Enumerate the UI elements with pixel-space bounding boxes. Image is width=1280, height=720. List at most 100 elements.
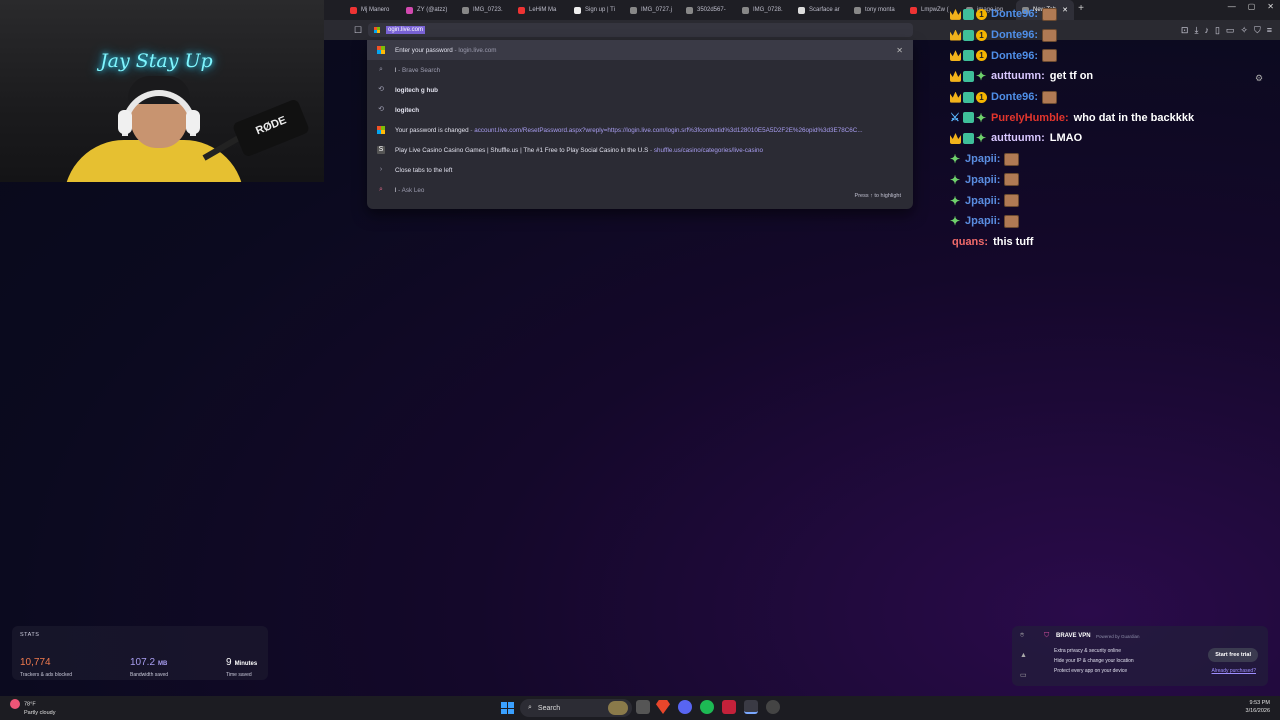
browser-tab[interactable]: LeHiM Ma (512, 0, 568, 20)
suggestion-text: Close tabs to the left (395, 167, 452, 174)
browser-tab[interactable]: Mj Manero (344, 0, 400, 20)
sword-badge-icon: ⚔ (950, 112, 960, 125)
people-widget-icon[interactable] (608, 701, 628, 715)
weather-icon (10, 699, 20, 709)
browser-tab[interactable]: IMG_0727.j (624, 0, 680, 20)
browser-tab[interactable]: tony monta (848, 0, 904, 20)
suggestion-text: Enter your password - login.live.com (395, 47, 497, 54)
obs-icon[interactable] (744, 700, 758, 714)
omnibox-suggestion[interactable]: ⌕ l - Brave Search (367, 60, 913, 80)
gift-badge-icon: 1 (976, 29, 987, 41)
chat-username: Donte96: (991, 49, 1039, 62)
history-icon: ⟲ (378, 86, 384, 93)
chat-message: quans: this tuff (950, 232, 1280, 253)
star-badge-icon: ✦ (976, 110, 987, 125)
omnibox-suggestion[interactable]: Enter your password - login.live.com (367, 40, 913, 60)
browser-tab[interactable]: 3502d567- (680, 0, 736, 20)
browser-tab[interactable]: IMG_0728. (736, 0, 792, 20)
already-purchased-link[interactable]: Already purchased? (1212, 668, 1256, 674)
weather-widget[interactable]: 78°F Partly cloudy (10, 699, 56, 717)
star-badge-icon: ✦ (976, 69, 987, 84)
vpn-title: BRAVE VPN (1056, 633, 1091, 639)
microsoft-icon (377, 126, 385, 134)
start-free-trial-button[interactable]: Start free trial (1208, 648, 1258, 662)
suggestion-detail: shuffle.us/casino/categories/live-casino (653, 146, 763, 154)
chat-username: auttuumn: (991, 70, 1045, 83)
chat-emote-icon (1042, 28, 1058, 42)
device-icon: ▭ (1020, 672, 1027, 679)
suggestion-title: Enter your password (395, 46, 453, 54)
chat-username: Donte96: (991, 29, 1039, 42)
vpn-feature-list: Extra privacy & security online Hide you… (1054, 646, 1134, 676)
close-icon[interactable]: ✕ (896, 46, 903, 55)
crown-badge-icon (950, 50, 961, 62)
history-icon: ⟲ (378, 106, 384, 113)
discord-icon[interactable] (678, 700, 692, 714)
chat-message: ✦ Jpapii: (950, 170, 1280, 191)
chat-username: Jpapii: (965, 173, 1001, 186)
chat-text: LMAO (1049, 132, 1083, 145)
stat-item: 10,774 Trackers & ads blocked (20, 652, 72, 678)
task-view-icon[interactable] (636, 700, 650, 714)
bookmark-icon[interactable]: ☐ (354, 25, 362, 36)
chat-username: Jpapii: (965, 215, 1001, 228)
omnibox-suggestion[interactable]: S Play Live Casino Casino Games | Shuffle… (367, 140, 913, 160)
star-badge-icon: ✦ (950, 152, 961, 167)
chat-emote-icon (1004, 173, 1020, 187)
sub-badge-icon (963, 50, 974, 62)
suggestion-title: Play Live Casino Casino Games | Shuffle.… (395, 146, 649, 154)
omnibox-suggestion[interactable]: Your password is changed - account.live.… (367, 120, 913, 140)
omnibox-suggestion[interactable]: ⌕ l - Ask Leo (367, 180, 913, 200)
sub-badge-icon (963, 8, 974, 20)
system-clock[interactable]: 9:53 PM 3/16/2026 (1246, 699, 1270, 715)
suggestion-text: logitech g hub (395, 87, 438, 94)
spotify-icon[interactable] (700, 700, 714, 714)
chrome-icon[interactable] (766, 700, 780, 714)
chat-emote-icon (1042, 90, 1058, 104)
weather-condition: Partly cloudy (24, 710, 56, 716)
suggestion-title: logitech g hub (395, 86, 439, 94)
browser-tab[interactable]: ZY (@atzz) (400, 0, 456, 20)
chat-overlay: 1 Donte96: 1 Donte96: 1 Donte96: ✦ auttuumn: get… (950, 4, 1280, 252)
chat-message: 1 Donte96: (950, 87, 1280, 108)
suggestion-detail: login.live.com (458, 46, 497, 54)
tab-favicon-icon (630, 6, 637, 14)
address-bar[interactable]: ogin.live.com (368, 23, 913, 37)
start-button[interactable] (501, 702, 514, 714)
suggestion-text: logitech (395, 107, 419, 114)
tab-favicon-icon (910, 6, 917, 14)
omnibox-suggestion[interactable]: ⟲ logitech (367, 100, 913, 120)
suggestion-detail: Ask Leo (401, 186, 425, 194)
suggestion-detail: Brave Search (402, 66, 441, 74)
stats-widget: STATS 10,774 Trackers & ads blocked 107.2 M… (12, 626, 268, 680)
omnibox-suggestion[interactable]: ⟲ logitech g hub (367, 80, 913, 100)
sub-badge-icon (963, 132, 974, 144)
brave-browser-icon[interactable] (656, 700, 670, 714)
chat-message: ⚔ ✦ PurelyHumble: who dat in the backkkk (950, 107, 1280, 128)
sub-badge-icon (963, 29, 974, 41)
suggestion-text: l - Brave Search (395, 67, 440, 74)
neon-sign: Jay Stay Up (100, 50, 213, 72)
chat-emote-icon (1004, 214, 1020, 228)
chat-username: Jpapii: (965, 194, 1001, 207)
tab-label: Scarface ar (809, 7, 840, 13)
tab-label: Sign up | Ti (585, 7, 615, 13)
tab-label: tony monta (865, 7, 895, 13)
browser-tab[interactable]: IMG_0723. (456, 0, 512, 20)
browser-tab[interactable]: Sign up | Ti (568, 0, 624, 20)
suggestion-text: Play Live Casino Casino Games | Shuffle.… (395, 147, 763, 154)
adobe-icon[interactable] (722, 700, 736, 714)
omnibox-dropdown: Enter your password - login.live.com ⌕ l -… (367, 40, 913, 209)
omnibox-suggestion[interactable]: › Close tabs to the left (367, 160, 913, 180)
chat-username: auttuumn: (991, 132, 1045, 145)
crown-badge-icon (950, 132, 961, 144)
suggestion-list: Enter your password - login.live.com ⌕ l -… (367, 40, 913, 200)
chat-message: ✦ auttuumn: LMAO (950, 128, 1280, 149)
clock-time: 9:53 PM (1249, 700, 1270, 706)
tab-favicon-icon (574, 6, 581, 14)
stat-unit: MB (158, 661, 168, 667)
address-text[interactable]: ogin.live.com (386, 26, 426, 34)
gift-badge-icon: 1 (976, 91, 987, 103)
chat-username: PurelyHumble: (991, 111, 1069, 124)
browser-tab[interactable]: Scarface ar (792, 0, 848, 20)
